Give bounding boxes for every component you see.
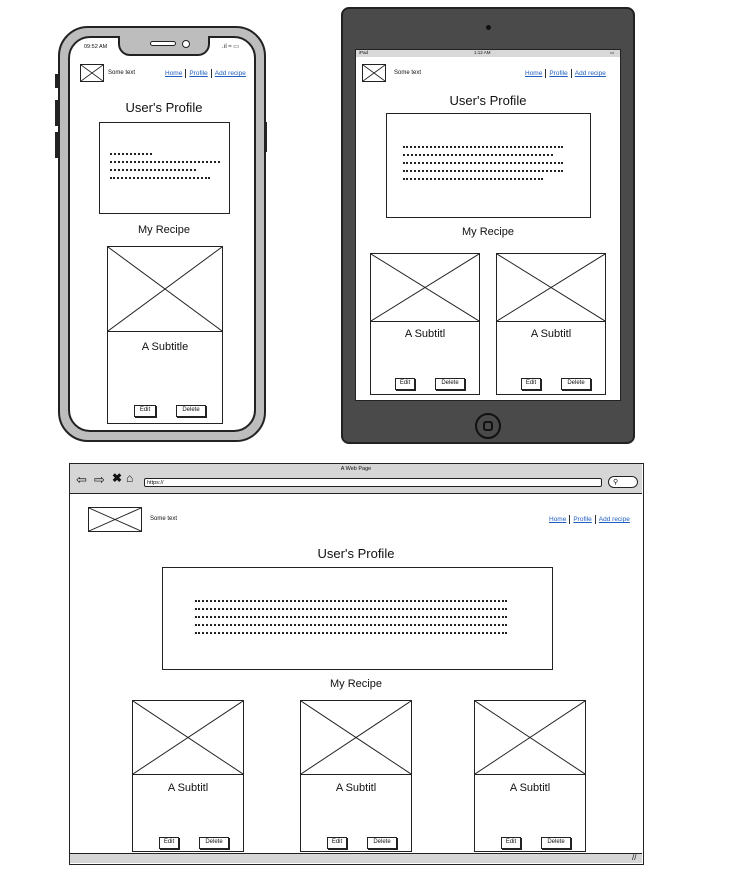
delete-button[interactable]: Delete — [176, 405, 206, 417]
phone-logo-image — [80, 64, 104, 82]
recipe-subtitle: A Subtitl — [167, 782, 209, 794]
recipe-subtitle: A Subtitl — [335, 782, 377, 794]
phone-side-button — [55, 74, 58, 88]
nav-link-home[interactable]: Home — [162, 70, 185, 77]
phone-page-title: User's Profile — [125, 100, 203, 115]
browser-page-title: User's Profile — [317, 546, 395, 561]
delete-button[interactable]: Delete — [561, 378, 591, 390]
phone-text-box — [99, 122, 230, 214]
browser-chrome: A Web Page ⇦ ⇨ ✖ ⌂ https:// ⚲ — [70, 464, 642, 494]
phone-recipe-card: A Subtitle Edit Delete — [107, 246, 223, 424]
phone-screen: 09:52 AM .ıl ≈ ▭ Some text Home Profile … — [68, 36, 256, 432]
recipe-image — [300, 700, 412, 775]
phone-status-icons: .ıl ≈ ▭ — [222, 44, 239, 50]
browser-status-bar: // — [70, 853, 642, 863]
close-icon[interactable]: ✖ — [112, 472, 122, 485]
recipe-image — [474, 700, 586, 775]
delete-button[interactable]: Delete — [367, 837, 397, 849]
browser-text-box — [162, 567, 553, 670]
browser-recipe-card: A Subtitl Edit Delete — [300, 700, 412, 852]
nav-link-home[interactable]: Home — [546, 516, 569, 523]
browser-window-title: A Web Page — [340, 466, 372, 472]
browser-nav: Home Profile Add recipe — [546, 515, 633, 524]
recipe-subtitle: A Subtitl — [509, 782, 551, 794]
recipe-image — [107, 246, 223, 332]
tablet-some-text: Some text — [394, 70, 422, 76]
home-icon[interactable]: ⌂ — [126, 472, 133, 485]
phone-some-text: Some text — [108, 70, 136, 76]
tablet-camera — [486, 25, 491, 30]
nav-link-add-recipe[interactable]: Add recipe — [596, 516, 633, 523]
tablet-home-button-icon[interactable] — [475, 413, 501, 439]
nav-link-profile[interactable]: Profile — [186, 70, 210, 77]
tablet-status-bar: iPad 1:12 AM ▭ — [356, 50, 620, 57]
edit-button[interactable]: Edit — [521, 378, 541, 390]
tablet-text-box — [386, 113, 591, 218]
phone-status-time: 09:52 AM — [84, 44, 108, 50]
edit-button[interactable]: Edit — [159, 837, 179, 849]
tablet-recipe-card: A Subtitl Edit Delete — [496, 253, 606, 395]
battery-icon: ▭ — [610, 50, 615, 55]
browser-section-title: My Recipe — [330, 678, 382, 690]
tablet-screen: iPad 1:12 AM ▭ Some text Home Profile Ad… — [355, 49, 621, 401]
phone-side-button — [55, 132, 58, 158]
address-bar-input[interactable]: https:// — [144, 478, 602, 487]
delete-button[interactable]: Delete — [199, 837, 229, 849]
search-icon[interactable]: ⚲ — [608, 476, 638, 488]
phone-side-button — [264, 122, 267, 152]
browser-recipe-card: A Subtitl Edit Delete — [132, 700, 244, 852]
recipe-image — [132, 700, 244, 775]
phone-device: 09:52 AM .ıl ≈ ▭ Some text Home Profile … — [55, 26, 267, 442]
nav-link-add-recipe[interactable]: Add recipe — [212, 70, 249, 77]
tablet-page-title: User's Profile — [449, 93, 527, 108]
edit-button[interactable]: Edit — [501, 837, 521, 849]
forward-arrow-icon[interactable]: ⇨ — [94, 473, 105, 486]
nav-link-profile[interactable]: Profile — [546, 70, 570, 77]
browser-logo-image — [88, 507, 142, 532]
delete-button[interactable]: Delete — [435, 378, 465, 390]
recipe-image — [496, 253, 606, 322]
recipe-subtitle: A Subtitl — [404, 328, 446, 340]
resize-grip-icon[interactable]: // — [632, 853, 636, 862]
browser-some-text: Some text — [150, 516, 178, 522]
tablet-device: iPad 1:12 AM ▭ Some text Home Profile Ad… — [341, 7, 635, 444]
phone-camera — [182, 40, 190, 48]
tablet-status-label: iPad — [359, 50, 369, 55]
tablet-section-title: My Recipe — [462, 226, 514, 238]
back-arrow-icon[interactable]: ⇦ — [76, 473, 87, 486]
tablet-logo-image — [362, 64, 386, 82]
nav-link-home[interactable]: Home — [522, 70, 545, 77]
tablet-recipe-card: A Subtitl Edit Delete — [370, 253, 480, 395]
browser-recipe-card: A Subtitl Edit Delete — [474, 700, 586, 852]
tablet-nav: Home Profile Add recipe — [522, 69, 609, 78]
phone-section-title: My Recipe — [138, 224, 190, 236]
edit-button[interactable]: Edit — [395, 378, 415, 390]
phone-notch — [118, 36, 210, 56]
nav-link-add-recipe[interactable]: Add recipe — [572, 70, 609, 77]
phone-speaker — [150, 41, 176, 46]
edit-button[interactable]: Edit — [134, 405, 156, 417]
browser-window: A Web Page ⇦ ⇨ ✖ ⌂ https:// ⚲ Some text … — [69, 463, 644, 865]
tablet-status-time: 1:12 AM — [474, 50, 491, 55]
edit-button[interactable]: Edit — [327, 837, 347, 849]
nav-link-profile[interactable]: Profile — [570, 516, 594, 523]
delete-button[interactable]: Delete — [541, 837, 571, 849]
phone-side-button — [55, 100, 58, 126]
recipe-subtitle: A Subtitle — [141, 341, 189, 353]
recipe-image — [370, 253, 480, 322]
recipe-subtitle: A Subtitl — [530, 328, 572, 340]
phone-nav: Home Profile Add recipe — [162, 69, 249, 78]
